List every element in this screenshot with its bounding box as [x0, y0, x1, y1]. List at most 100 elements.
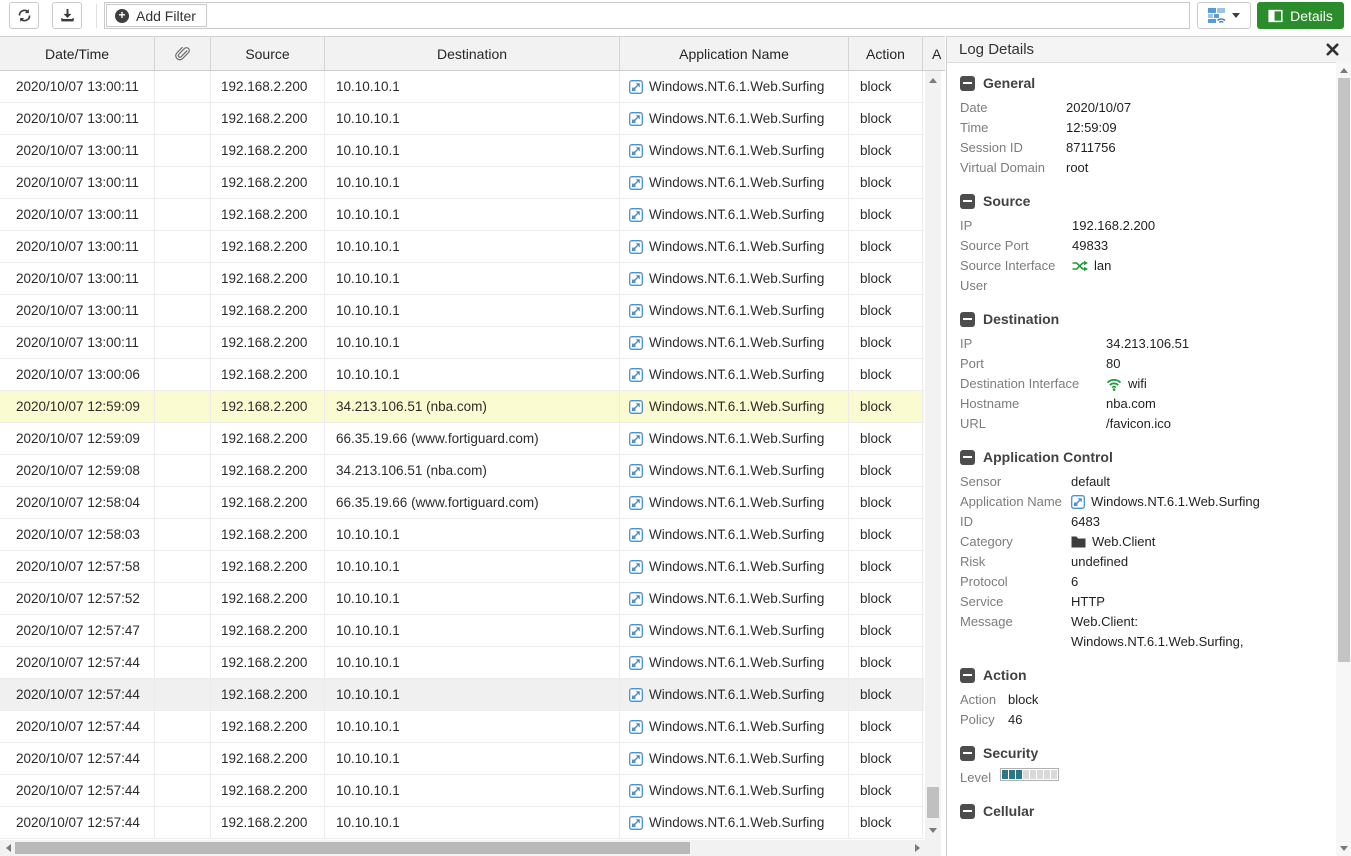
log-row[interactable]: 2020/10/07 13:00:06 192.168.2.200 10.10.…: [0, 359, 924, 391]
cell-datetime: 2020/10/07 13:00:11: [0, 135, 155, 166]
log-view-dropdown-button[interactable]: [1197, 2, 1251, 29]
log-rows: 2020/10/07 13:00:11 192.168.2.200 10.10.…: [0, 71, 924, 839]
section-header[interactable]: Source: [960, 193, 1326, 209]
cell-source: 192.168.2.200: [211, 519, 325, 550]
log-row[interactable]: 2020/10/07 13:00:11 192.168.2.200 10.10.…: [0, 135, 924, 167]
cell-datetime: 2020/10/07 13:00:11: [0, 295, 155, 326]
log-row[interactable]: 2020/10/07 13:00:11 192.168.2.200 10.10.…: [0, 103, 924, 135]
detail-field-label: Source Interface: [960, 256, 1072, 276]
log-row[interactable]: 2020/10/07 13:00:11 192.168.2.200 10.10.…: [0, 167, 924, 199]
detail-field-label: Time: [960, 118, 1066, 138]
section-header[interactable]: Application Control: [960, 449, 1326, 465]
collapse-icon[interactable]: [960, 746, 975, 761]
details-vertical-scrollbar[interactable]: [1336, 62, 1351, 856]
application-icon: [629, 656, 643, 670]
section-header[interactable]: Action: [960, 667, 1326, 683]
column-header-datetime[interactable]: Date/Time: [0, 37, 155, 70]
section-title: Destination: [983, 311, 1059, 327]
cell-source: 192.168.2.200: [211, 199, 325, 230]
log-row[interactable]: 2020/10/07 13:00:11 192.168.2.200 10.10.…: [0, 263, 924, 295]
cell-datetime: 2020/10/07 13:00:11: [0, 199, 155, 230]
details-toggle-button[interactable]: Details: [1257, 2, 1344, 29]
collapse-icon[interactable]: [960, 668, 975, 683]
table-vertical-scroll-thumb[interactable]: [927, 787, 939, 818]
application-icon: [629, 272, 643, 286]
detail-field: Risk undefined: [960, 552, 1326, 572]
table-vertical-scrollbar[interactable]: [925, 71, 941, 840]
cell-source: 192.168.2.200: [211, 423, 325, 454]
cell-application-name: Windows.NT.6.1.Web.Surfing: [620, 295, 849, 326]
table-horizontal-scrollbar[interactable]: [0, 840, 925, 856]
log-row[interactable]: 2020/10/07 12:59:09 192.168.2.200 34.213…: [0, 391, 924, 423]
section-header[interactable]: General: [960, 75, 1326, 91]
detail-field-value: 80: [1106, 354, 1120, 374]
detail-field: IP 34.213.106.51: [960, 334, 1326, 354]
cell-action: block: [849, 103, 923, 134]
log-row[interactable]: 2020/10/07 12:57:44 192.168.2.200 10.10.…: [0, 679, 924, 711]
scroll-left-arrow[interactable]: [1, 840, 15, 856]
log-row[interactable]: 2020/10/07 12:57:44 192.168.2.200 10.10.…: [0, 807, 924, 839]
log-row[interactable]: 2020/10/07 12:59:08 192.168.2.200 34.213…: [0, 455, 924, 487]
application-icon: [629, 592, 643, 606]
column-header-clipped[interactable]: A: [923, 37, 945, 70]
log-row[interactable]: 2020/10/07 12:58:03 192.168.2.200 10.10.…: [0, 519, 924, 551]
log-row[interactable]: 2020/10/07 12:57:44 192.168.2.200 10.10.…: [0, 647, 924, 679]
detail-field: Service HTTP: [960, 592, 1326, 612]
log-row[interactable]: 2020/10/07 13:00:11 192.168.2.200 10.10.…: [0, 199, 924, 231]
log-row[interactable]: 2020/10/07 13:00:11 192.168.2.200 10.10.…: [0, 327, 924, 359]
log-row[interactable]: 2020/10/07 13:00:11 192.168.2.200 10.10.…: [0, 295, 924, 327]
log-row[interactable]: 2020/10/07 12:57:44 192.168.2.200 10.10.…: [0, 711, 924, 743]
details-scroll-up-arrow[interactable]: [1336, 63, 1351, 77]
filter-bar[interactable]: + Add Filter: [104, 2, 1190, 29]
cell-action: block: [849, 711, 923, 742]
download-button[interactable]: [52, 2, 82, 29]
table-horizontal-scroll-thumb[interactable]: [15, 842, 690, 854]
log-row[interactable]: 2020/10/07 13:00:11 192.168.2.200 10.10.…: [0, 231, 924, 263]
cell-destination: 34.213.106.51 (nba.com): [325, 455, 620, 486]
cell-attachment: [155, 647, 211, 678]
detail-field-label: Date: [960, 98, 1066, 118]
section-header[interactable]: Security: [960, 745, 1326, 761]
cell-application-name: Windows.NT.6.1.Web.Surfing: [620, 231, 849, 262]
details-scroll-down-arrow[interactable]: [1336, 841, 1351, 855]
log-row[interactable]: 2020/10/07 12:57:44 192.168.2.200 10.10.…: [0, 743, 924, 775]
collapse-icon[interactable]: [960, 450, 975, 465]
scroll-down-arrow[interactable]: [925, 823, 941, 838]
column-header-application-name[interactable]: Application Name: [620, 37, 849, 70]
log-row[interactable]: 2020/10/07 12:57:58 192.168.2.200 10.10.…: [0, 551, 924, 583]
column-header-attachment[interactable]: [155, 37, 211, 70]
refresh-button[interactable]: [9, 2, 39, 29]
cell-source: 192.168.2.200: [211, 71, 325, 102]
application-icon: [629, 688, 643, 702]
cell-datetime: 2020/10/07 12:57:44: [0, 711, 155, 742]
log-row[interactable]: 2020/10/07 13:00:11 192.168.2.200 10.10.…: [0, 71, 924, 103]
close-icon[interactable]: [1326, 43, 1339, 56]
section-header[interactable]: Destination: [960, 311, 1326, 327]
detail-field-label: Destination Interface: [960, 374, 1106, 394]
log-details-panel: Log Details General Date 2020/10/07 Time: [946, 36, 1351, 856]
application-icon: [629, 240, 643, 254]
add-filter-button[interactable]: + Add Filter: [106, 4, 207, 27]
column-header-action[interactable]: Action: [849, 37, 923, 70]
application-icon: [629, 336, 643, 350]
section-header[interactable]: Cellular: [960, 803, 1326, 819]
scroll-up-arrow[interactable]: [925, 73, 941, 88]
detail-field-value: 2020/10/07: [1066, 98, 1131, 118]
detail-field-label: Service: [960, 592, 1071, 612]
log-row[interactable]: 2020/10/07 12:57:44 192.168.2.200 10.10.…: [0, 775, 924, 807]
details-section: Destination IP 34.213.106.51 Port 80 Des…: [960, 311, 1326, 434]
cell-source: 192.168.2.200: [211, 743, 325, 774]
log-row[interactable]: 2020/10/07 12:59:09 192.168.2.200 66.35.…: [0, 423, 924, 455]
column-header-source[interactable]: Source: [211, 37, 325, 70]
column-header-destination[interactable]: Destination: [325, 37, 620, 70]
collapse-icon[interactable]: [960, 804, 975, 819]
detail-field-label: Category: [960, 532, 1071, 552]
details-vertical-scroll-thumb[interactable]: [1338, 78, 1350, 662]
collapse-icon[interactable]: [960, 76, 975, 91]
log-row[interactable]: 2020/10/07 12:58:04 192.168.2.200 66.35.…: [0, 487, 924, 519]
log-row[interactable]: 2020/10/07 12:57:52 192.168.2.200 10.10.…: [0, 583, 924, 615]
collapse-icon[interactable]: [960, 194, 975, 209]
log-row[interactable]: 2020/10/07 12:57:47 192.168.2.200 10.10.…: [0, 615, 924, 647]
scroll-right-arrow[interactable]: [910, 840, 924, 856]
collapse-icon[interactable]: [960, 312, 975, 327]
